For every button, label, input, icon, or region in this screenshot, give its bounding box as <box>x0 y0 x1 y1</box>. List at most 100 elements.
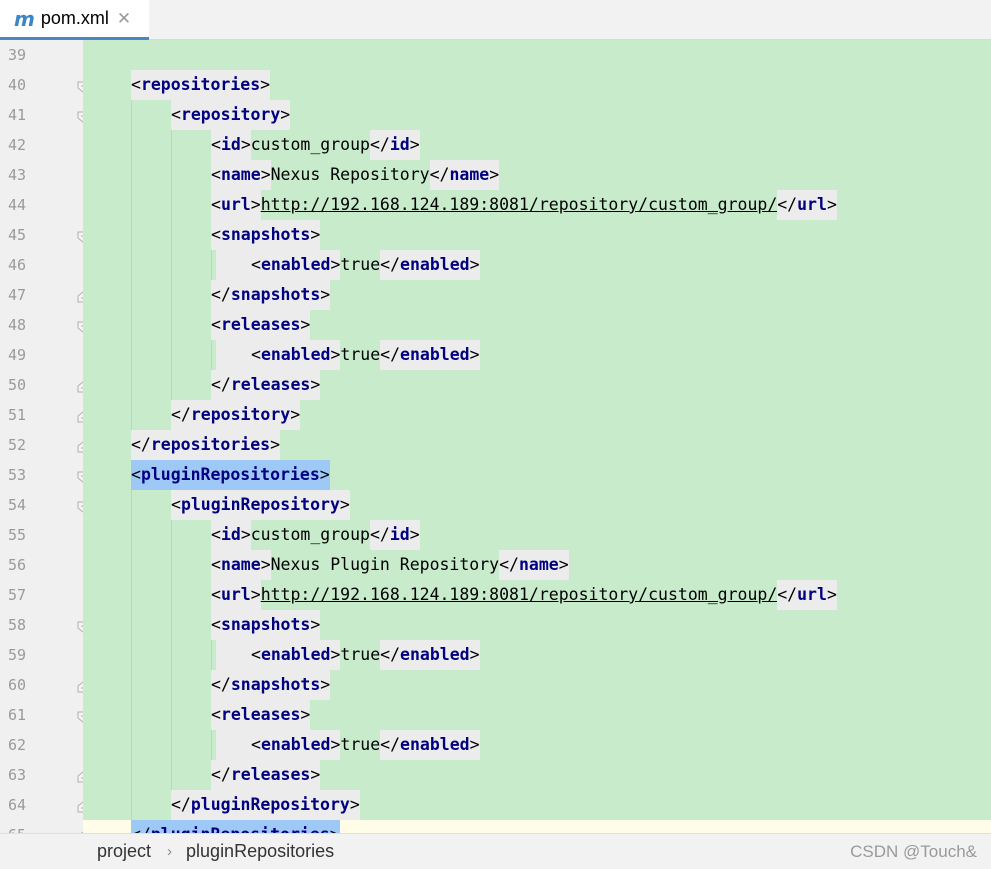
code-editor[interactable]: 39 40 41 42 43 44 45 46 47 48 49 50 51 52 53 54 55 56 57 58… <box>0 40 991 833</box>
xml-text: custom_group <box>250 525 370 544</box>
code-area[interactable]: <repositories> <repository> <id>custom_gro… <box>83 40 991 833</box>
gutter-line: 43 <box>0 160 83 190</box>
xml-tag: </url> <box>777 190 837 220</box>
url-link[interactable]: http://192.168.124.189:8081/repository/c… <box>261 195 778 214</box>
indent-guide <box>171 640 172 670</box>
line-number: 39 <box>8 46 27 64</box>
code-line[interactable]: <name>Nexus Repository</name> <box>83 160 991 190</box>
code-line[interactable]: </pluginRepositories> <box>83 820 991 833</box>
line-number: 49 <box>8 346 27 364</box>
code-line[interactable]: <enabled>true</enabled> <box>83 730 991 760</box>
breadcrumb: project › pluginRepositories CSDN @Touch… <box>0 833 991 869</box>
indent-guide <box>211 250 212 280</box>
code-line[interactable]: </snapshots> <box>83 280 991 310</box>
indent-guide <box>131 580 132 610</box>
code-content: </releases> <box>211 760 321 790</box>
line-number: 55 <box>8 526 27 544</box>
xml-tag: </name> <box>499 550 569 580</box>
gutter-line: 42 <box>0 130 83 160</box>
code-line[interactable]: </snapshots> <box>83 670 991 700</box>
indent-highlight <box>216 640 251 670</box>
indent-guide <box>131 130 132 160</box>
indent-guide <box>211 340 212 370</box>
code-line[interactable]: <enabled>true</enabled> <box>83 640 991 670</box>
code-line[interactable]: <name>Nexus Plugin Repository</name> <box>83 550 991 580</box>
xml-tag: <url> <box>211 190 261 220</box>
code-line[interactable]: <pluginRepositories> <box>83 460 991 490</box>
code-content: </repositories> <box>131 430 281 460</box>
code-line[interactable]: <enabled>true</enabled> <box>83 250 991 280</box>
indent-guide <box>131 790 132 820</box>
xml-tag: <snapshots> <box>211 220 321 250</box>
line-number: 52 <box>8 436 27 454</box>
xml-tag: </url> <box>777 580 837 610</box>
code-line[interactable]: <enabled>true</enabled> <box>83 340 991 370</box>
breadcrumb-item-pluginrepositories[interactable]: pluginRepositories <box>186 841 334 862</box>
indent-guide <box>171 190 172 220</box>
xml-tag: <releases> <box>211 310 311 340</box>
line-number: 65 <box>8 826 26 833</box>
code-line[interactable]: <url>http://192.168.124.189:8081/reposit… <box>83 580 991 610</box>
line-number-gutter: 39 40 41 42 43 44 45 46 47 48 49 50 51 52 53 54 55 56 57 58… <box>0 40 89 833</box>
code-content: </snapshots> <box>211 670 331 700</box>
breadcrumb-item-project[interactable]: project <box>97 841 151 862</box>
xml-tag: <pluginRepository> <box>171 490 350 520</box>
code-line[interactable]: <repositories> <box>83 70 991 100</box>
gutter-line: 60 <box>0 670 89 700</box>
indent-guide <box>171 730 172 760</box>
code-content: <repositories> <box>131 70 271 100</box>
line-number: 58 <box>8 616 27 634</box>
code-line[interactable]: <url>http://192.168.124.189:8081/reposit… <box>83 190 991 220</box>
matched-xml-tag: <pluginRepositories> <box>131 460 330 490</box>
xml-text: true <box>340 645 381 664</box>
xml-tag: <releases> <box>211 700 311 730</box>
indent-guide <box>171 760 172 790</box>
code-line[interactable]: </releases> <box>83 760 991 790</box>
indent-guide <box>131 280 132 310</box>
xml-tag: </releases> <box>211 760 321 790</box>
xml-tag: </releases> <box>211 370 321 400</box>
close-icon[interactable]: ✕ <box>117 9 131 29</box>
indent-guide <box>131 520 132 550</box>
code-line[interactable]: </pluginRepository> <box>83 790 991 820</box>
xml-text: true <box>340 735 381 754</box>
gutter-line: 39 <box>0 40 83 70</box>
indent-guide <box>171 580 172 610</box>
code-line[interactable]: <repository> <box>83 100 991 130</box>
code-line[interactable]: </releases> <box>83 370 991 400</box>
xml-tag: <id> <box>211 130 251 160</box>
code-line[interactable]: <snapshots> <box>83 220 991 250</box>
code-line[interactable] <box>83 40 991 70</box>
gutter-line: 55 <box>0 520 83 550</box>
indent-guide <box>211 730 212 760</box>
indent-guide <box>171 280 172 310</box>
line-number: 61 <box>8 706 27 724</box>
indent-guide <box>131 220 132 250</box>
code-line[interactable]: </repositories> <box>83 430 991 460</box>
matched-xml-tag: </pluginRepositories> <box>131 820 340 833</box>
gutter-line: 52 <box>0 430 89 460</box>
xml-tag: <name> <box>211 550 271 580</box>
indent-guide <box>171 550 172 580</box>
code-line[interactable]: <pluginRepository> <box>83 490 991 520</box>
code-line[interactable]: <id>custom_group</id> <box>83 130 991 160</box>
indent-guide <box>131 250 132 280</box>
tab-pom-xml[interactable]: m pom.xml ✕ <box>0 0 149 40</box>
url-link[interactable]: http://192.168.124.189:8081/repository/c… <box>261 585 778 604</box>
code-line[interactable]: <snapshots> <box>83 610 991 640</box>
code-line[interactable]: </repository> <box>83 400 991 430</box>
gutter-line: 49 <box>0 340 83 370</box>
line-number: 46 <box>8 256 27 274</box>
xml-tag: </pluginRepository> <box>171 790 360 820</box>
code-line[interactable]: <releases> <box>83 700 991 730</box>
indent-highlight <box>216 340 251 370</box>
code-line[interactable]: <releases> <box>83 310 991 340</box>
xml-tag: </name> <box>429 160 500 190</box>
line-number: 57 <box>8 586 27 604</box>
xml-tag: </id> <box>369 520 420 550</box>
indent-highlight <box>216 250 251 280</box>
gutter-line: 46 <box>0 250 83 280</box>
line-number: 63 <box>8 766 27 784</box>
xml-tag: <enabled> <box>251 730 341 760</box>
code-line[interactable]: <id>custom_group</id> <box>83 520 991 550</box>
